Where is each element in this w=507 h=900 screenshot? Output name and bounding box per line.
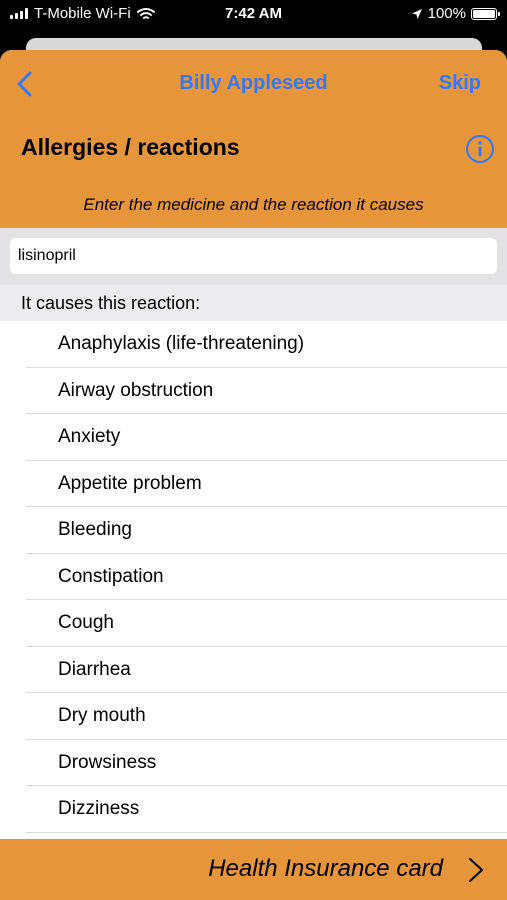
- reaction-item-appetite-problem[interactable]: Appetite problem: [0, 461, 507, 508]
- next-step-label: Health Insurance card: [208, 855, 443, 882]
- reaction-label: Cough: [58, 612, 114, 633]
- reaction-item-cough[interactable]: Cough: [0, 600, 507, 647]
- reaction-label: Anaphylaxis (life-threatening): [58, 333, 305, 354]
- info-icon[interactable]: [465, 134, 495, 164]
- location-arrow-icon: [411, 8, 422, 19]
- reaction-section-header: It causes this reaction:: [0, 285, 507, 321]
- reaction-label: Constipation: [58, 565, 164, 587]
- status-right: 100%: [411, 5, 500, 22]
- reaction-label: Anxiety: [58, 426, 121, 447]
- reaction-item-diarrhea[interactable]: Diarrhea: [0, 647, 507, 694]
- reaction-item-anaphylaxis[interactable]: Anaphylaxis (life-threatening): [0, 321, 507, 368]
- chevron-right-icon: [469, 858, 483, 882]
- modal-sheet: Billy Appleseed Skip Allergies / reactio…: [0, 50, 507, 900]
- reaction-label: Dizziness: [58, 798, 140, 819]
- battery-icon: [471, 7, 500, 20]
- reaction-item-drowsiness[interactable]: Drowsiness: [0, 740, 507, 787]
- reaction-label: Dry mouth: [58, 705, 146, 726]
- next-step-button[interactable]: Health Insurance card: [0, 839, 507, 900]
- reaction-item-dizziness[interactable]: Dizziness: [0, 786, 507, 833]
- reaction-item-dry-mouth[interactable]: Dry mouth: [0, 693, 507, 740]
- nav-title: Billy Appleseed: [179, 72, 328, 94]
- instruction-text: Enter the medicine and the reaction it c…: [83, 195, 424, 214]
- reaction-item-anxiety[interactable]: Anxiety: [0, 414, 507, 461]
- medicine-input-area: [0, 228, 507, 285]
- reaction-label: Appetite problem: [58, 472, 202, 494]
- battery-percent: 100%: [427, 5, 466, 22]
- reaction-label: Diarrhea: [58, 658, 131, 680]
- reaction-item-bleeding[interactable]: Bleeding: [0, 507, 507, 554]
- reaction-label: Drowsiness: [58, 751, 157, 773]
- reaction-item-constipation[interactable]: Constipation: [0, 554, 507, 601]
- reaction-list: Anaphylaxis (life-threatening) Airway ob…: [0, 321, 507, 833]
- status-bar: T-Mobile Wi-Fi 7:42 AM 100%: [0, 0, 507, 30]
- reaction-label: Airway obstruction: [58, 379, 214, 401]
- header: Billy Appleseed Skip Allergies / reactio…: [0, 50, 507, 228]
- reaction-label: Bleeding: [58, 519, 132, 540]
- reaction-item-airway-obstruction[interactable]: Airway obstruction: [0, 368, 507, 415]
- medicine-input[interactable]: [10, 238, 497, 274]
- page-title: Allergies / reactions: [21, 134, 240, 160]
- skip-button[interactable]: Skip: [439, 72, 481, 95]
